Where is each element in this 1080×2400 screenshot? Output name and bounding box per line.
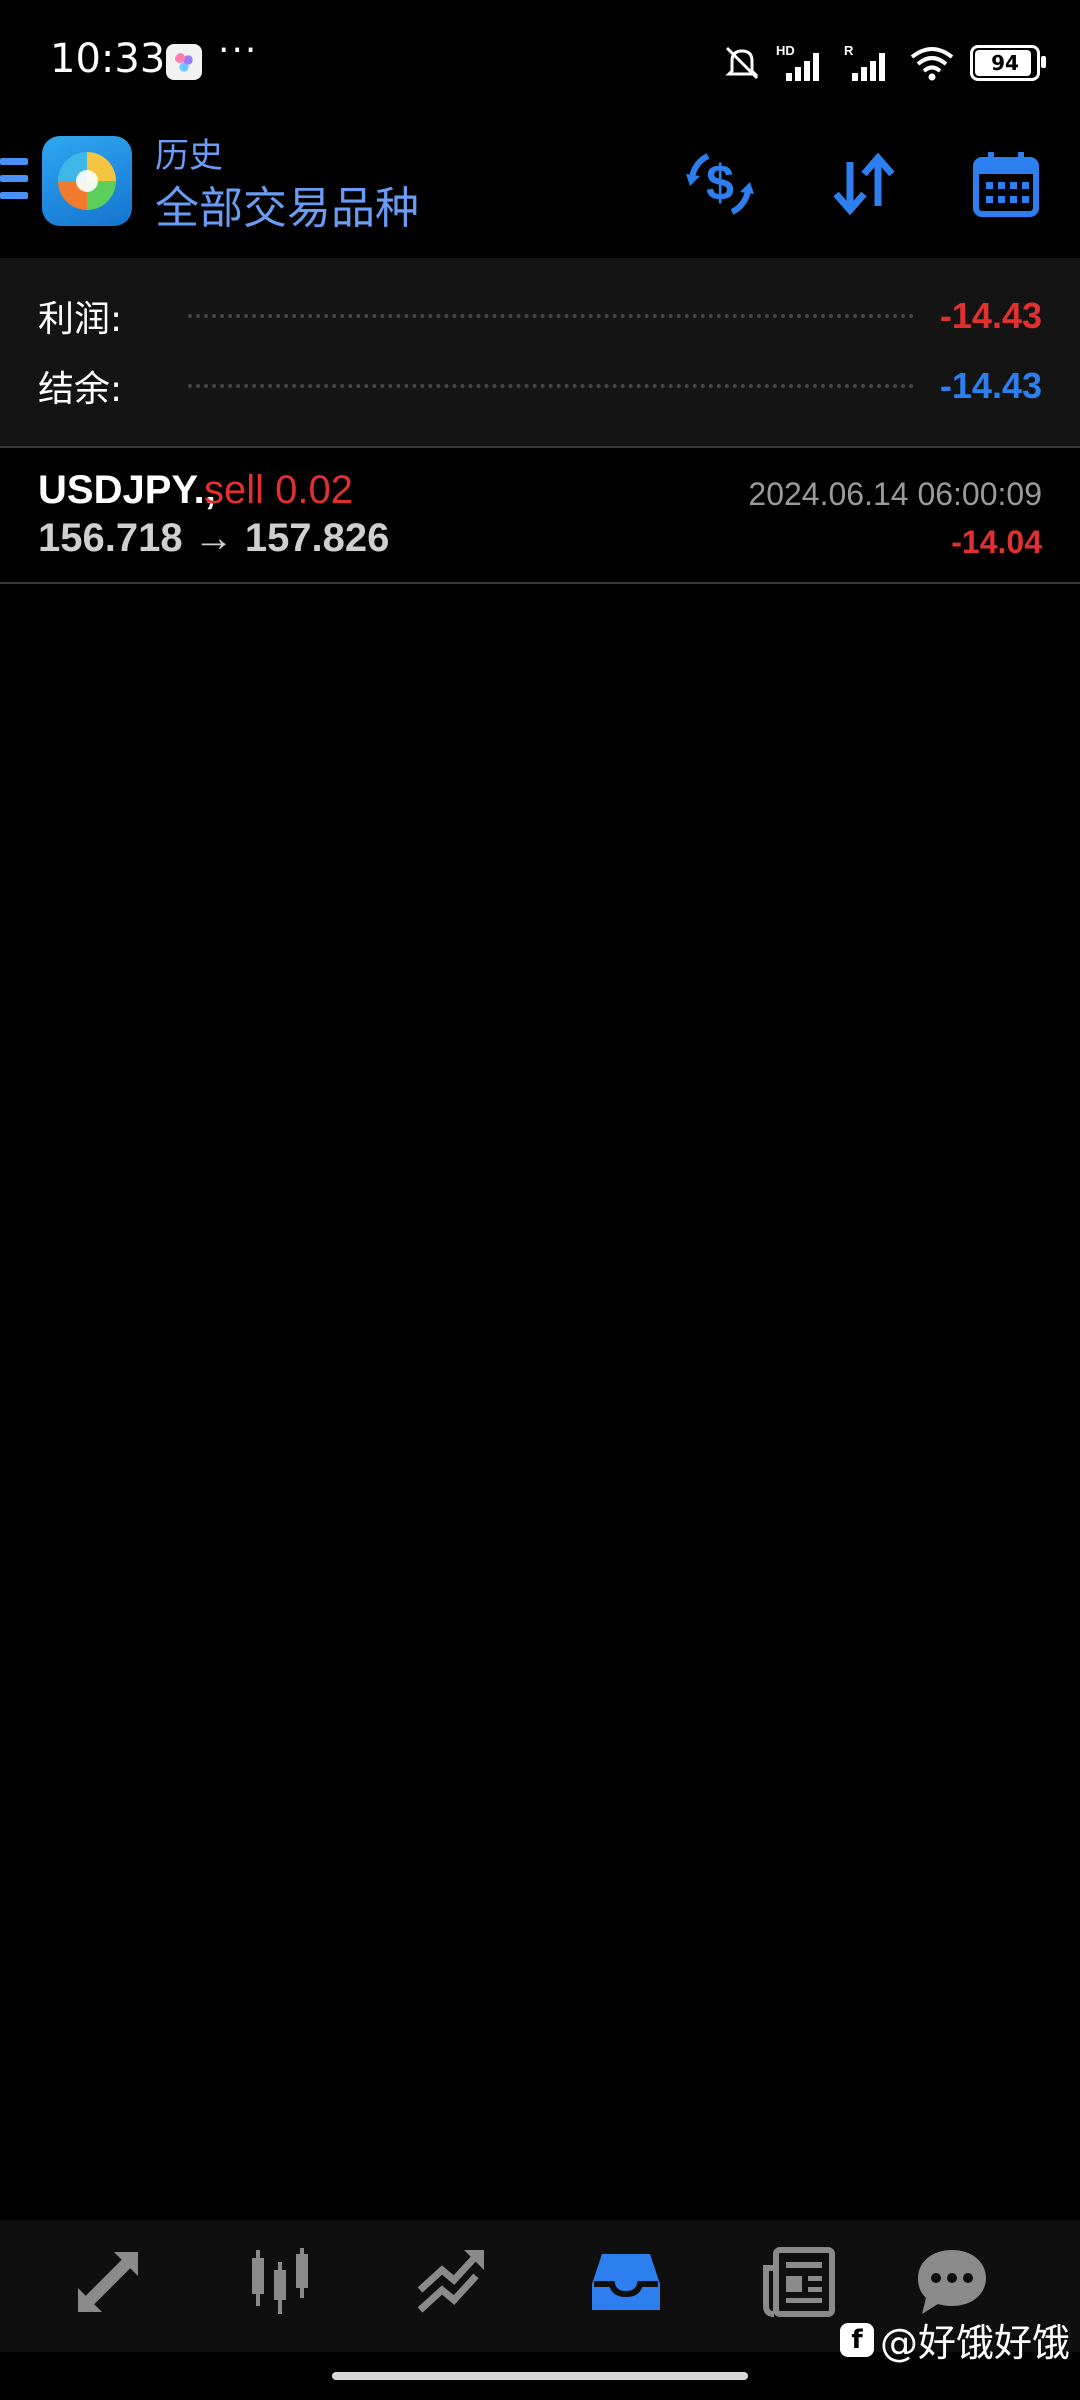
status-bar: 10:33 ··· HD R 94 — [0, 0, 1080, 120]
signal-hd-icon: HD — [776, 43, 819, 81]
profit-label: 利润: — [38, 299, 123, 340]
app-header: 历史 全部交易品种 $ — [0, 120, 1080, 258]
trade-icon[interactable] — [414, 2244, 490, 2320]
status-time: 10:33 — [50, 36, 166, 82]
symbol-filter-title[interactable]: 全部交易品种 — [155, 172, 419, 236]
r-label: R — [844, 43, 854, 58]
history-summary: 利润: -14.43 结余: -14.43 — [0, 258, 1080, 448]
balance-label: 结余: — [38, 369, 123, 410]
quotes-icon[interactable] — [70, 2244, 146, 2320]
menu-icon[interactable] — [0, 158, 28, 212]
trade-side-volume: sell 0.02 — [204, 468, 353, 512]
watermark-badge: f — [839, 2322, 874, 2357]
chat-icon[interactable] — [914, 2244, 990, 2320]
battery-level: 94 — [991, 51, 1019, 75]
trade-open-close-prices: 156.718 → 157.826 — [38, 516, 390, 560]
more-notifications-indicator: ··· — [218, 30, 259, 71]
battery-icon: 94 — [970, 45, 1046, 81]
balance-value: -14.43 — [939, 365, 1042, 406]
trade-close-time: 2024.06.14 06:00:09 — [748, 476, 1042, 512]
signal-r-icon: R — [844, 43, 885, 81]
currency-exchange-icon[interactable]: $ — [684, 148, 756, 220]
mute-bell-icon — [725, 46, 759, 80]
row-dots-divider — [188, 314, 914, 318]
trade-history-row[interactable]: USDJPY., sell 0.02 156.718 → 157.826 202… — [0, 448, 1080, 584]
svg-text:$: $ — [706, 155, 734, 211]
sort-icon[interactable] — [828, 148, 900, 220]
chart-icon[interactable] — [242, 2244, 318, 2320]
row-dots-divider — [188, 384, 914, 388]
profit-row: 利润: -14.43 — [38, 286, 1042, 346]
app-logo[interactable] — [42, 136, 132, 226]
home-indicator[interactable] — [332, 2372, 748, 2380]
hd-label: HD — [776, 43, 795, 58]
notification-app-icon — [166, 44, 202, 80]
watermark: f @好饿好饿 — [839, 2312, 1070, 2367]
wifi-icon — [910, 47, 954, 81]
profit-value: -14.43 — [939, 295, 1042, 336]
trade-symbol: USDJPY., — [38, 468, 216, 512]
calendar-icon[interactable] — [970, 148, 1042, 220]
watermark-text: @好饿好饿 — [879, 2321, 1070, 2365]
history-icon[interactable] — [588, 2244, 664, 2320]
page-subtitle: 历史 — [155, 136, 223, 176]
news-icon[interactable] — [762, 2244, 838, 2320]
status-icons: HD R 94 — [722, 40, 1046, 86]
balance-row: 结余: -14.43 — [38, 356, 1042, 416]
trade-profit: -14.04 — [951, 524, 1042, 560]
